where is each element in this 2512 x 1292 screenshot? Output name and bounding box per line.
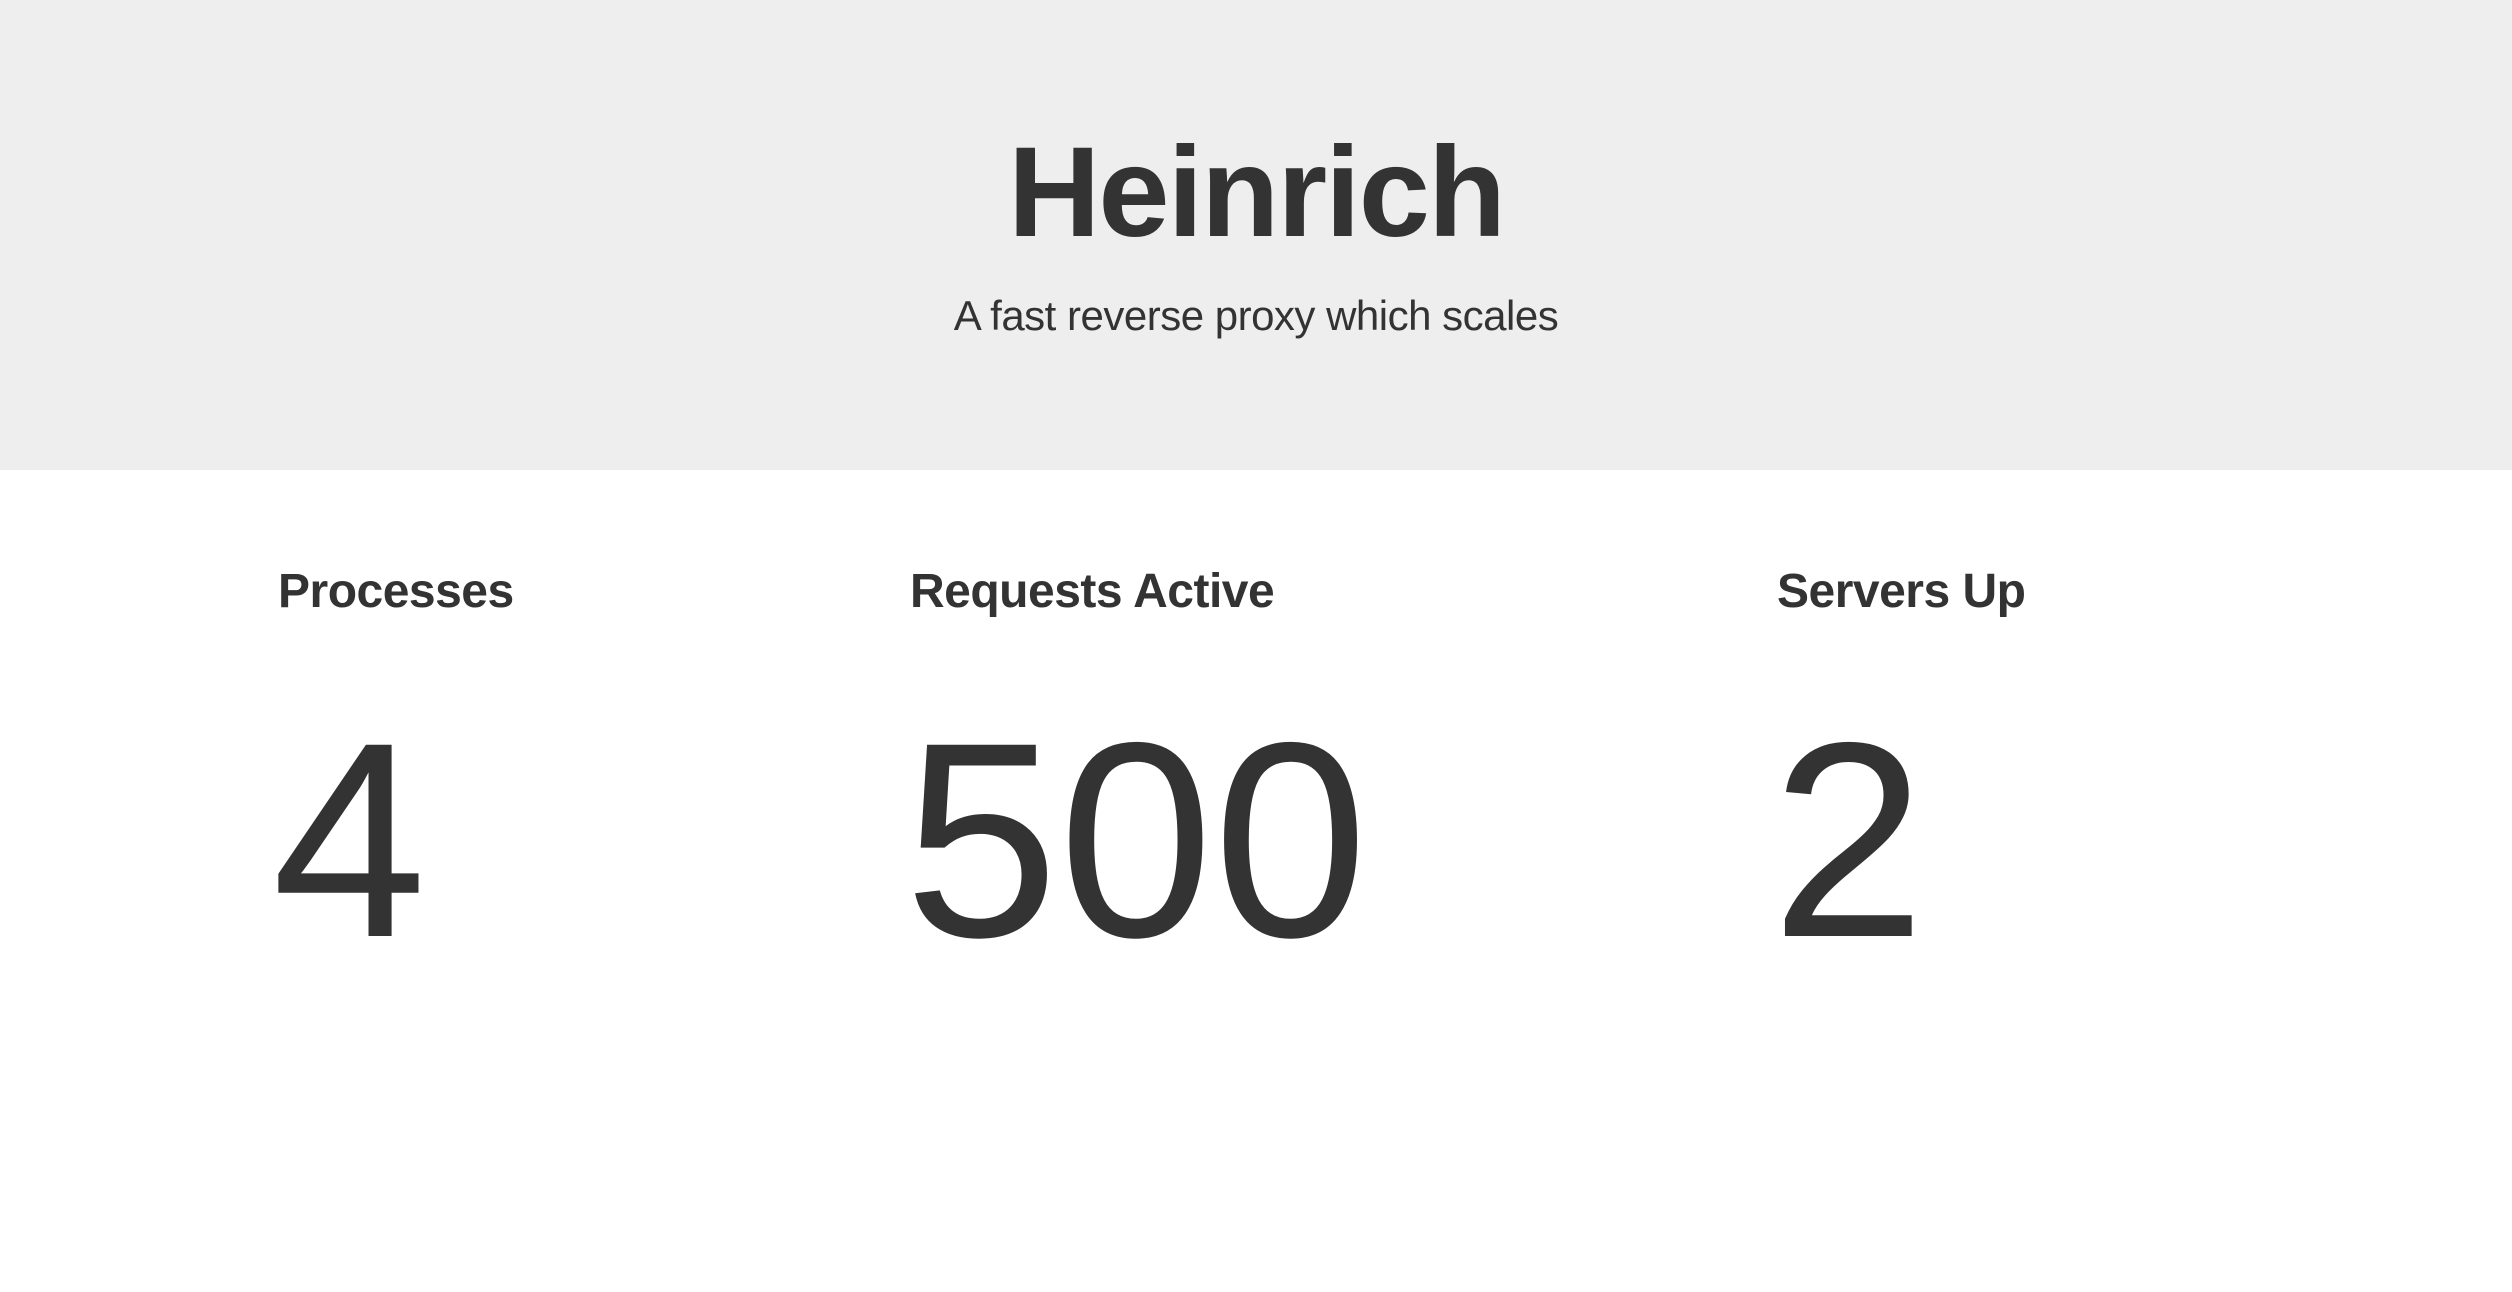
stat-processes: Processes 4 (272, 560, 514, 990)
stat-value-servers-up: 2 (1771, 684, 1926, 995)
stat-label-servers-up: Servers Up (1777, 565, 2026, 618)
page-title: Heinrich (1007, 121, 1506, 264)
stat-value-processes: 4 (272, 684, 427, 995)
page-subtitle: A fast reverse proxy which scales (953, 292, 1559, 339)
stat-label-processes: Processes (278, 565, 514, 618)
stat-value-requests-active: 500 (904, 684, 1368, 995)
hero-header: Heinrich A fast reverse proxy which scal… (0, 0, 2512, 470)
stat-servers-up: Servers Up 2 (1771, 560, 2026, 990)
stat-label-requests-active: Requests Active (910, 565, 1275, 618)
stat-requests-active: Requests Active 500 (904, 560, 1368, 990)
